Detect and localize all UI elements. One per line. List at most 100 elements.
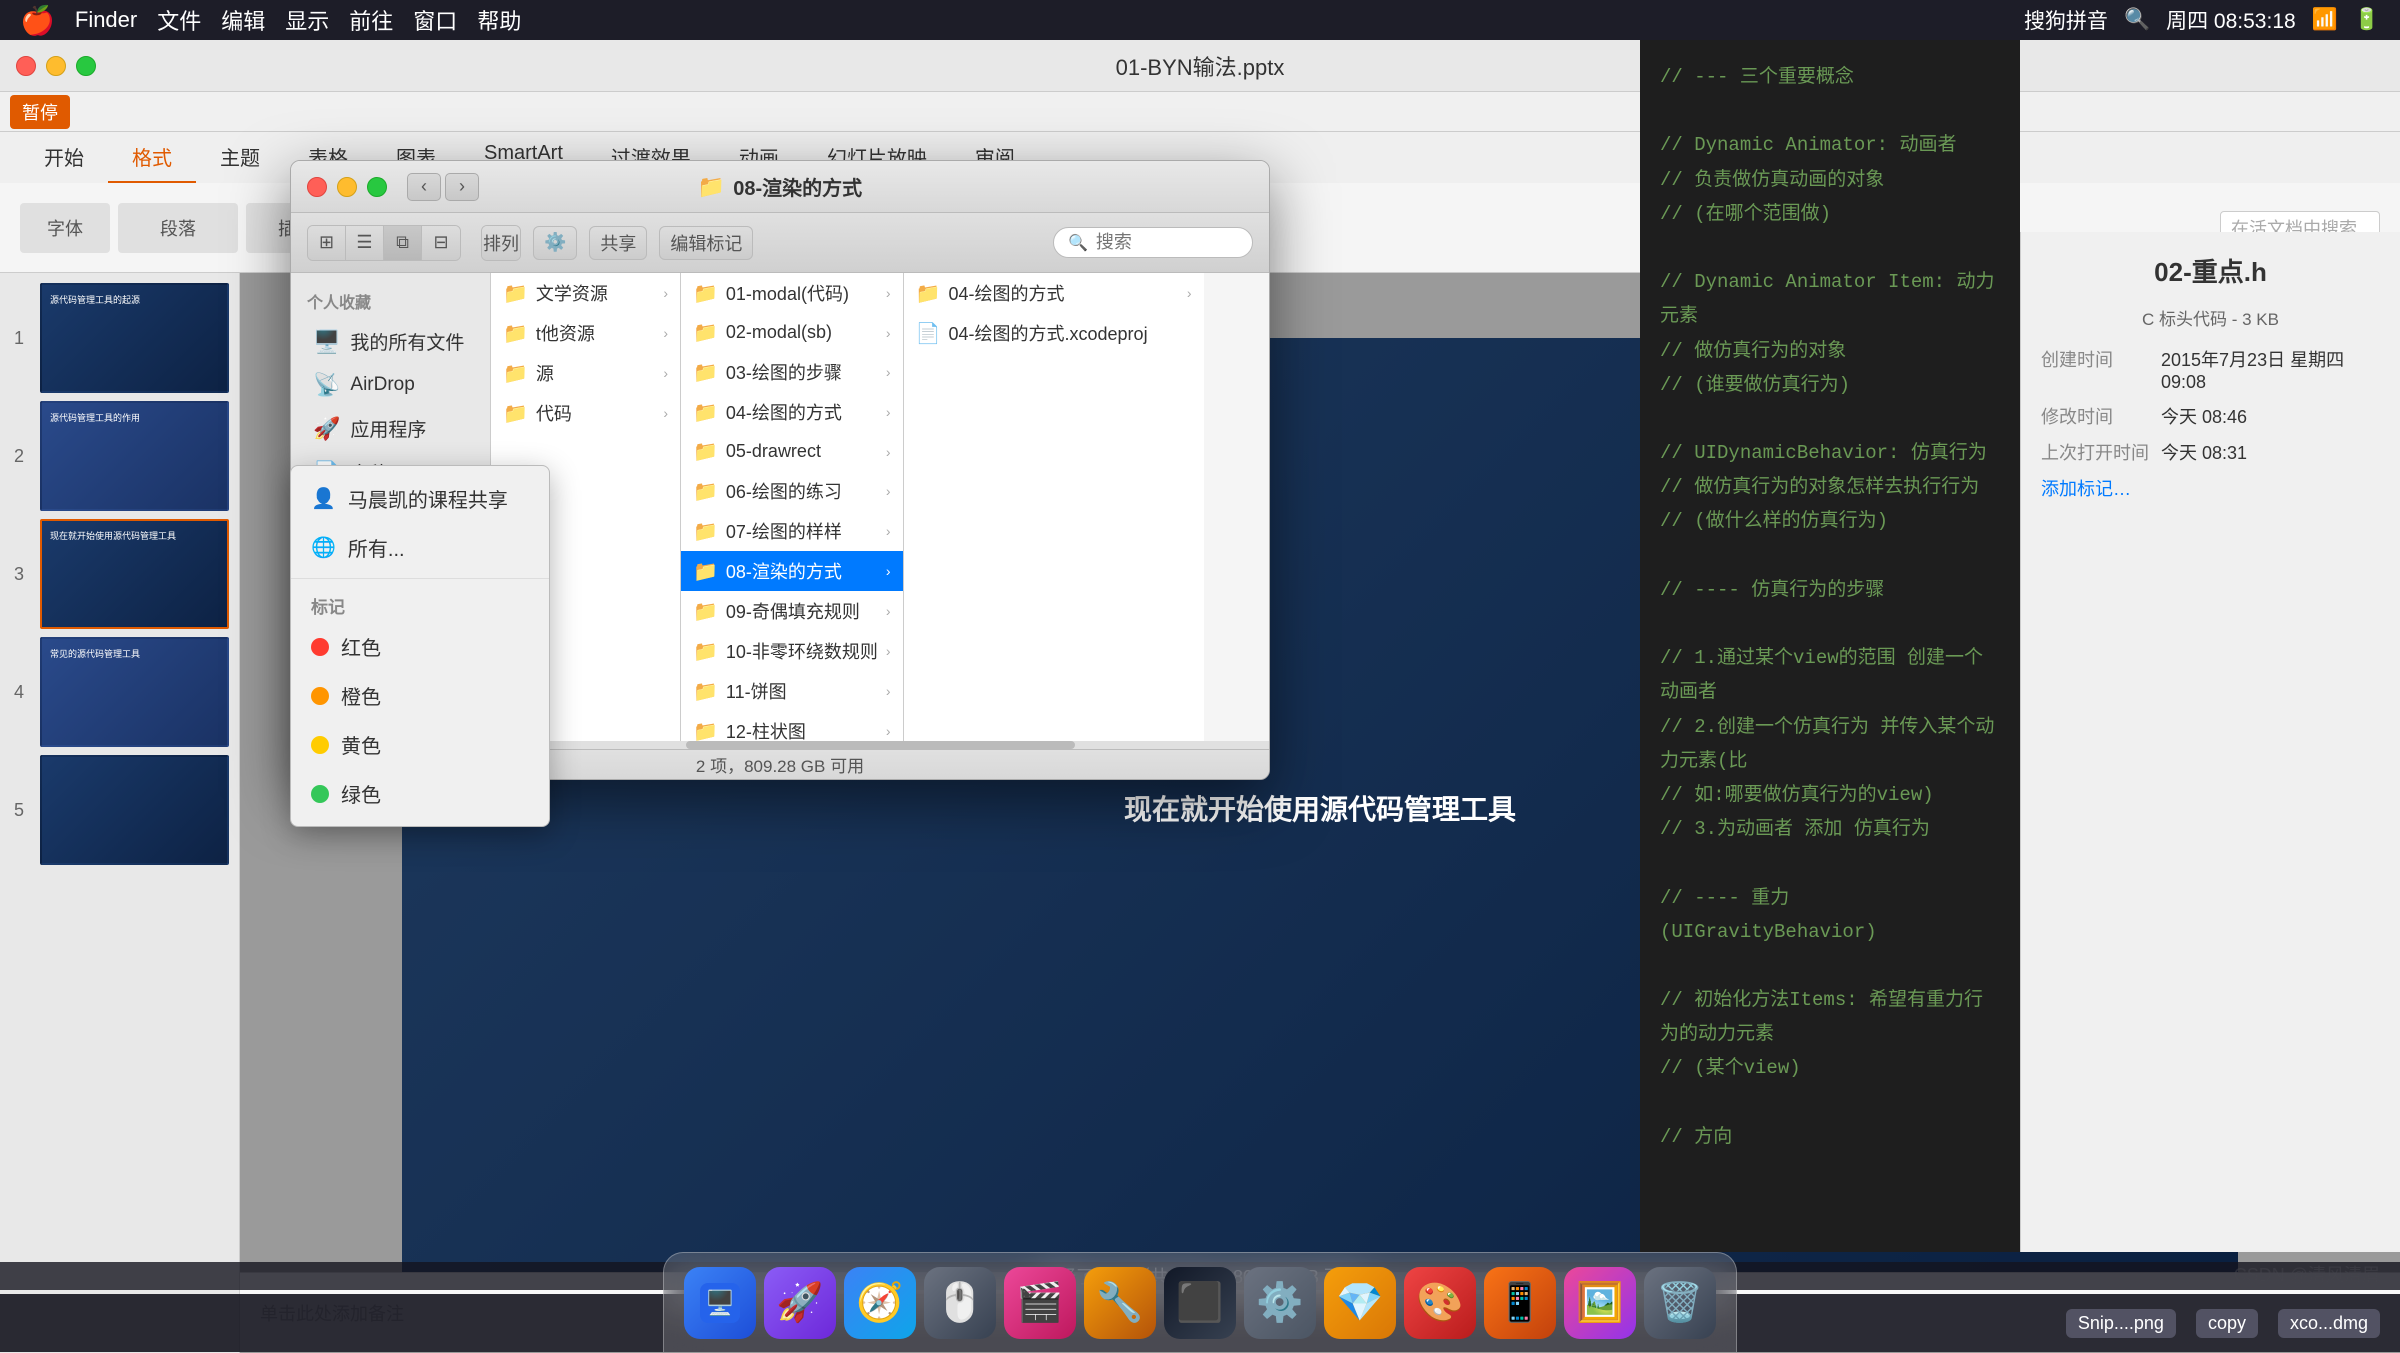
file-item-05drawrect[interactable]: 📁 05-drawrect › xyxy=(681,432,903,471)
file-info-name: 02-重点.h xyxy=(2041,252,2380,289)
share-btn[interactable]: 共享 xyxy=(589,226,647,260)
sharing-item-orange[interactable]: 橙色 xyxy=(291,671,549,720)
ppt-minimize-btn[interactable] xyxy=(46,56,66,76)
menu-go[interactable]: 前往 xyxy=(349,4,393,36)
file-item-04draw[interactable]: 📁 04-绘图的方式 › xyxy=(681,392,903,432)
sharing-item-yellow[interactable]: 黄色 xyxy=(291,720,549,769)
tab-theme[interactable]: 主题 xyxy=(196,132,284,183)
menu-window[interactable]: 窗口 xyxy=(413,4,457,36)
folder-icon-05drawrect: 📁 xyxy=(693,439,718,464)
file-item-other[interactable]: 📁 t他资源 › xyxy=(491,313,680,353)
file-item-07draw[interactable]: 📁 07-绘图的样样 › xyxy=(681,511,903,551)
dock-preview[interactable]: 🖼️ xyxy=(1564,1267,1636,1339)
dock-trash[interactable]: 🗑️ xyxy=(1644,1267,1716,1339)
file-item-col3-1[interactable]: 📁 04-绘图的方式 › xyxy=(904,273,1204,313)
taskbar-xco[interactable]: xco...dmg xyxy=(2278,1309,2380,1338)
dock-terminal[interactable]: ⬛ xyxy=(1164,1267,1236,1339)
view-coverflow-btn[interactable]: ⊟ xyxy=(422,226,460,260)
sidebar-item-airdrop[interactable]: 📡 AirDrop xyxy=(297,364,484,406)
finder-nav: ‹ › xyxy=(407,173,479,201)
folder-icon-code: 📁 xyxy=(503,401,528,426)
dock-media[interactable]: 🎬 xyxy=(1004,1267,1076,1339)
file-item-literary[interactable]: 📁 文学资源 › xyxy=(491,273,680,313)
slide-thumb-4[interactable]: 常见的源代码管理工具 xyxy=(40,637,229,747)
file-item-03draw[interactable]: 📁 03-绘图的步骤 › xyxy=(681,352,903,392)
code-line-9: // 做仿真行为的对象怎样去执行行为 xyxy=(1660,470,2000,504)
slide-thumb-1[interactable]: 源代码管理工具的起源 xyxy=(40,283,229,393)
code-line-18: // (某个view) xyxy=(1660,1051,2000,1085)
dock-safari[interactable]: 🧭 xyxy=(844,1267,916,1339)
code-line-16: // ---- 重力(UIGravityBehavior) xyxy=(1660,881,2000,949)
menu-file[interactable]: 文件 xyxy=(157,4,201,36)
dock-settings[interactable]: ⚙️ xyxy=(1244,1267,1316,1339)
finder-search[interactable]: 🔍 xyxy=(1053,227,1253,258)
slide-thumb-3[interactable]: 现在就开始使用源代码管理工具 xyxy=(40,519,229,629)
taskbar-snip[interactable]: Snip....png xyxy=(2066,1309,2176,1338)
sharing-item-yellow-label: 黄色 xyxy=(341,730,381,759)
input-method: 搜狗拼音 xyxy=(2024,5,2108,35)
menubar-right: 搜狗拼音 🔍 周四 08:53:18 📶 🔋 xyxy=(2024,5,2380,35)
search-menubar-icon[interactable]: 🔍 xyxy=(2124,8,2150,32)
slide-thumb-5[interactable] xyxy=(40,755,229,865)
dock-launchpad[interactable]: 🚀 xyxy=(764,1267,836,1339)
taskbar-copy[interactable]: copy xyxy=(2196,1309,2258,1338)
add-tag-link[interactable]: 添加标记… xyxy=(2041,479,2131,499)
file-item-05drawrect-label: 05-drawrect xyxy=(726,441,821,462)
sidebar-item-airdrop-label: AirDrop xyxy=(350,374,414,396)
view-column-btn[interactable]: ⧉ xyxy=(384,226,422,260)
dock-finder[interactable]: 🖥️ xyxy=(684,1267,756,1339)
dock-mouse[interactable]: 🖱️ xyxy=(924,1267,996,1339)
orange-dot xyxy=(311,687,329,705)
slide-thumb-2[interactable]: 源代码管理工具的作用 xyxy=(40,401,229,511)
sharing-item-red[interactable]: 红色 xyxy=(291,622,549,671)
dock-sketch[interactable]: 💎 xyxy=(1324,1267,1396,1339)
code-line-14: // 如:哪要做仿真行为的view) xyxy=(1660,778,2000,812)
finder-scrollbar-thumb[interactable] xyxy=(686,741,1075,749)
dock-tools[interactable]: 🔧 xyxy=(1084,1267,1156,1339)
sharing-item-majin[interactable]: 👤 马晨凯的课程共享 xyxy=(291,474,549,523)
file-item-02modal[interactable]: 📁 02-modal(sb) › xyxy=(681,313,903,352)
ppt-titlebar: 01-BYN输法.pptx xyxy=(0,40,2400,92)
chevron-01: › xyxy=(886,285,891,301)
view-list-btn[interactable]: ☰ xyxy=(346,226,384,260)
file-item-code[interactable]: 📁 代码 › xyxy=(491,393,680,433)
action-btn[interactable]: ⚙️ xyxy=(533,226,577,260)
arrange-btn[interactable]: 排列 xyxy=(482,226,520,260)
finder-forward-btn[interactable]: › xyxy=(445,173,479,201)
file-item-10nonzero[interactable]: 📁 10-非零环绕数规则 › xyxy=(681,631,903,671)
finder-back-btn[interactable]: ‹ xyxy=(407,173,441,201)
tag-btn[interactable]: 编辑标记 xyxy=(659,226,753,260)
file-info-modified-val: 今天 08:46 xyxy=(2161,403,2247,429)
sidebar-item-all-files[interactable]: 🖥️ 我的所有文件 xyxy=(297,320,484,363)
sidebar-item-apps[interactable]: 🚀 应用程序 xyxy=(297,407,484,450)
tab-format[interactable]: 格式 xyxy=(108,132,196,183)
finder-maximize-btn[interactable] xyxy=(367,177,387,197)
file-item-col3-2[interactable]: 📄 04-绘图的方式.xcodeproj xyxy=(904,313,1204,353)
sharing-item-green[interactable]: 绿色 xyxy=(291,769,549,818)
file-item-09odd[interactable]: 📁 09-奇偶填充规则 › xyxy=(681,591,903,631)
menu-help[interactable]: 帮助 xyxy=(477,4,521,36)
tab-start[interactable]: 开始 xyxy=(20,132,108,183)
menu-edit[interactable]: 编辑 xyxy=(221,4,265,36)
finder-close-btn[interactable] xyxy=(307,177,327,197)
dock-phone[interactable]: 📱 xyxy=(1484,1267,1556,1339)
ppt-close-btn[interactable] xyxy=(16,56,36,76)
red-dot xyxy=(311,638,329,656)
file-item-11pie[interactable]: 📁 11-饼图 › xyxy=(681,671,903,711)
file-item-06draw[interactable]: 📁 06-绘图的练习 › xyxy=(681,471,903,511)
apple-menu[interactable]: 🍎 xyxy=(20,4,55,37)
file-info-created-val: 2015年7月23日 星期四 09:08 xyxy=(2161,346,2380,393)
file-item-01modal[interactable]: 📁 01-modal(代码) › xyxy=(681,273,903,313)
view-icon-btn[interactable]: ⊞ xyxy=(308,226,346,260)
sharing-item-all[interactable]: 🌐 所有... xyxy=(291,523,549,572)
file-item-08render[interactable]: 📁 08-渲染的方式 › xyxy=(681,551,903,591)
file-item-source[interactable]: 📁 源 › xyxy=(491,353,680,393)
stop-button[interactable]: 暂停 xyxy=(10,95,70,129)
menu-finder[interactable]: Finder xyxy=(75,7,137,33)
dock-art[interactable]: 🎨 xyxy=(1404,1267,1476,1339)
search-input[interactable] xyxy=(1096,232,1246,253)
menu-view[interactable]: 显示 xyxy=(285,4,329,36)
battery-icon: 🔋 xyxy=(2354,8,2380,32)
ppt-maximize-btn[interactable] xyxy=(76,56,96,76)
finder-minimize-btn[interactable] xyxy=(337,177,357,197)
